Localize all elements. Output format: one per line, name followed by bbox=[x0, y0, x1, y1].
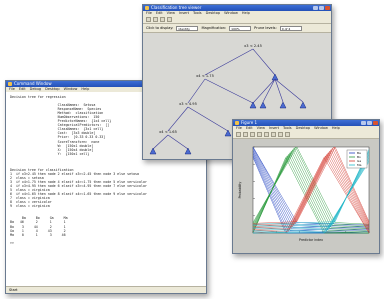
tree-edge bbox=[167, 106, 189, 132]
figure-toolbar bbox=[233, 131, 379, 139]
magnification-label: Magnification: bbox=[201, 26, 227, 30]
figure-menu-help[interactable]: Help bbox=[332, 126, 340, 130]
minimize-icon[interactable] bbox=[361, 121, 366, 125]
tree-edge bbox=[252, 78, 276, 104]
tree_viewer-menu-window[interactable]: Window bbox=[224, 11, 238, 15]
click-display-label: Click to display: bbox=[146, 26, 174, 30]
y-axis-label: Probability bbox=[238, 181, 242, 198]
command_window-menu-edit[interactable]: Edit bbox=[19, 87, 26, 91]
tree-viewer-toolbar bbox=[143, 16, 331, 24]
new-figure-icon[interactable] bbox=[236, 132, 241, 137]
tree-edge bbox=[204, 78, 254, 104]
pan-icon[interactable] bbox=[167, 17, 172, 22]
figure-menu-file[interactable]: File bbox=[236, 126, 242, 130]
figure-titlebar[interactable]: Figure 1 bbox=[233, 120, 379, 126]
maximize-icon[interactable] bbox=[367, 121, 372, 125]
tree_viewer-menu-help[interactable]: Help bbox=[242, 11, 250, 15]
maximize-icon[interactable] bbox=[319, 6, 324, 10]
tree-leaf-node bbox=[299, 101, 307, 109]
command_window-menu-help[interactable]: Help bbox=[81, 87, 89, 91]
figure-menu-desktop[interactable]: Desktop bbox=[296, 126, 310, 130]
command_window-menu-file[interactable]: File bbox=[9, 87, 15, 91]
matlab-icon bbox=[8, 82, 12, 86]
zoom-out-icon[interactable] bbox=[160, 17, 165, 22]
prune-label: Prune levels: bbox=[254, 26, 277, 30]
figure-menu-tools[interactable]: Tools bbox=[283, 126, 292, 130]
save-icon[interactable] bbox=[250, 132, 255, 137]
command_window-menu-window[interactable]: Window bbox=[64, 87, 78, 91]
figure-window: Figure 1 File Edit View Insert Tools Desktop W… bbox=[232, 119, 380, 254]
command-output-line: >> bbox=[10, 240, 14, 245]
figure-menu-window[interactable]: Window bbox=[314, 126, 328, 130]
tree-edge bbox=[152, 134, 169, 150]
figure-axes-canvas[interactable]: BaBoGaMaPredictor indexProbability bbox=[233, 139, 379, 252]
print-icon[interactable] bbox=[257, 132, 262, 137]
figure-title: Figure 1 bbox=[241, 120, 258, 125]
command_window-menu-desktop[interactable]: Desktop bbox=[45, 87, 59, 91]
open-icon[interactable] bbox=[243, 132, 248, 137]
close-icon[interactable] bbox=[373, 121, 378, 125]
tree-edge bbox=[252, 48, 276, 76]
legend-label: Ma bbox=[357, 163, 362, 167]
tree-leaf-node bbox=[279, 101, 287, 109]
tree-viewer-title: Classification tree viewer bbox=[151, 5, 202, 10]
figure-icon bbox=[235, 121, 239, 125]
tree_viewer-menu-edit[interactable]: Edit bbox=[156, 11, 163, 15]
command-window-title: Command Window bbox=[14, 81, 52, 86]
tree-node-label: x4 < 1.65 bbox=[159, 130, 177, 134]
figure-menu-edit[interactable]: Edit bbox=[246, 126, 253, 130]
tree-edge bbox=[187, 106, 229, 132]
tree-edge bbox=[167, 134, 189, 150]
tree_viewer-menu-desktop[interactable]: Desktop bbox=[206, 11, 220, 15]
rotate-icon[interactable] bbox=[278, 132, 283, 137]
tree-leaf-node bbox=[249, 101, 257, 109]
pointer-icon[interactable] bbox=[146, 17, 151, 22]
tree_viewer-menu-insert[interactable]: Insert bbox=[179, 11, 189, 15]
figure-menu-view[interactable]: View bbox=[257, 126, 265, 130]
tree_viewer-menu-file[interactable]: File bbox=[146, 11, 152, 15]
command_window-menu-debug[interactable]: Debug bbox=[30, 87, 42, 91]
tree-controls: Click to display: Identity Magnification… bbox=[143, 24, 331, 33]
tree-node-label: x3 < 2.45 bbox=[244, 44, 262, 48]
tree_viewer-menu-view[interactable]: View bbox=[167, 11, 175, 15]
tree-node-label: x3 < 4.95 bbox=[179, 102, 197, 106]
zoom-in-icon[interactable] bbox=[153, 17, 158, 22]
tree_viewer-menu-tools[interactable]: Tools bbox=[193, 11, 202, 15]
click-display-select[interactable]: Identity bbox=[176, 25, 199, 31]
status-bar[interactable]: Start bbox=[6, 286, 206, 293]
tree-leaf-node bbox=[149, 147, 157, 155]
window-controls bbox=[313, 6, 330, 10]
tree-leaf-node bbox=[184, 147, 192, 155]
datacursor-icon[interactable] bbox=[285, 132, 290, 137]
tree-leaf-node bbox=[224, 129, 232, 137]
prune-select[interactable]: 0 of 4 bbox=[279, 25, 302, 31]
tree-viewer-titlebar[interactable]: Classification tree viewer bbox=[143, 5, 331, 11]
figure-icon bbox=[145, 6, 149, 10]
window-controls bbox=[361, 121, 378, 125]
figure-menu-insert[interactable]: Insert bbox=[269, 126, 279, 130]
tree-node-label: x4 < 1.75 bbox=[196, 74, 214, 78]
tree-leaf-node bbox=[259, 101, 267, 109]
zoom-in-icon[interactable] bbox=[264, 132, 269, 137]
minimize-icon[interactable] bbox=[313, 6, 318, 10]
zoom-out-icon[interactable] bbox=[271, 132, 276, 137]
magnification-select[interactable]: 100% bbox=[229, 25, 252, 31]
close-icon[interactable] bbox=[325, 6, 330, 10]
x-axis-label: Predictor index bbox=[299, 238, 323, 242]
tree-edge bbox=[187, 78, 206, 104]
tree-edge bbox=[204, 48, 254, 76]
